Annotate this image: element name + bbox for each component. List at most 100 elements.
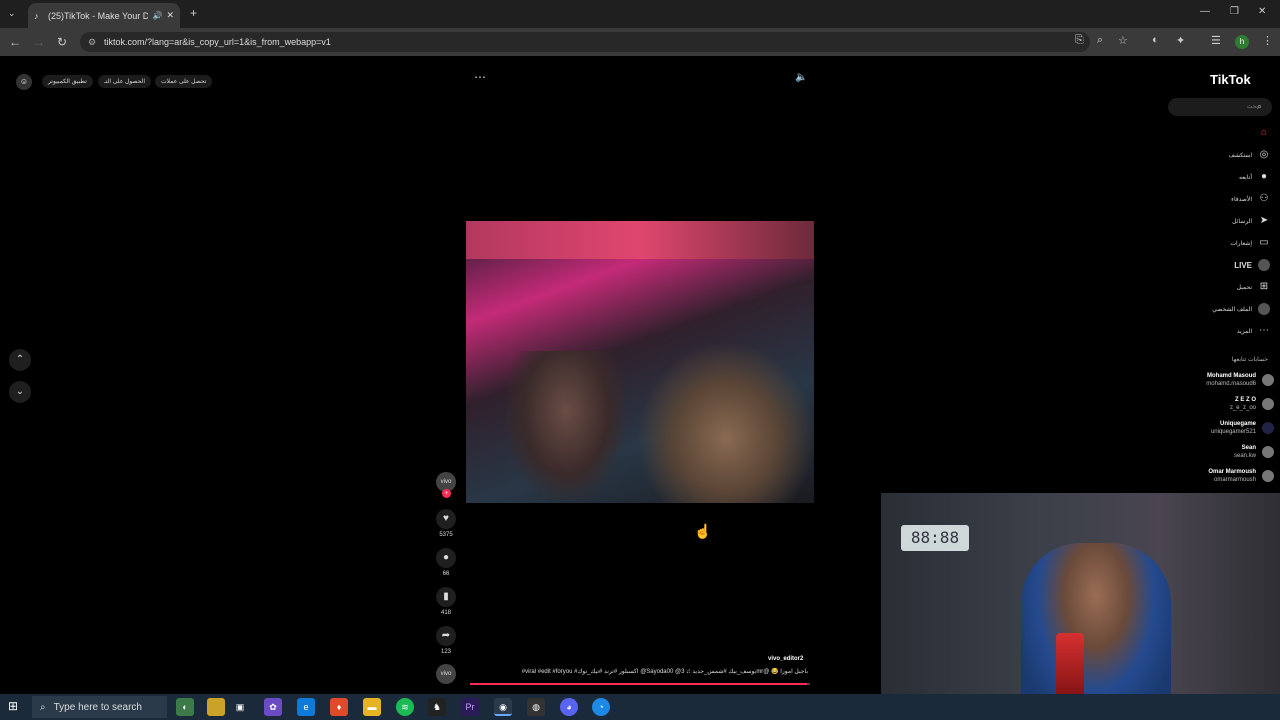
account-username: z_e_z_oo xyxy=(1229,405,1256,411)
search-icon: ⌕ xyxy=(40,701,46,713)
account-name: Uniquegame xyxy=(1219,421,1256,427)
extension-icon[interactable]: ◐ xyxy=(1152,34,1159,46)
video-author[interactable]: vivo_editor2 xyxy=(768,656,803,662)
nav-more-label: المزيد xyxy=(1236,328,1252,335)
edge-icon[interactable]: e xyxy=(297,698,315,716)
new-tab-button[interactable]: + xyxy=(190,6,197,20)
like-button[interactable]: ♥ 5375 xyxy=(436,509,456,538)
account-avatar xyxy=(1262,374,1274,386)
comment-button[interactable]: ● 66 xyxy=(436,548,456,577)
more-options-icon[interactable]: ⋯ xyxy=(474,70,486,84)
bookmark-star-icon[interactable]: ☆ xyxy=(1118,34,1128,47)
following-account[interactable]: Uniquegame uniquegamer521 xyxy=(1211,420,1274,436)
address-bar[interactable]: ⚙ tiktok.com/?lang=ar&is_copy_url=1&is_f… xyxy=(80,32,1090,52)
video-person-right xyxy=(636,341,814,503)
nav-more[interactable]: المزيد ⋯ xyxy=(1237,325,1270,337)
account-username: omarmarmoush xyxy=(1213,477,1256,483)
account-name: Sean xyxy=(1241,445,1256,451)
nav-home[interactable]: ⌂ xyxy=(1252,127,1270,139)
install-app-icon[interactable]: ⎘ xyxy=(1075,34,1084,47)
bookmark-icon: ▮ xyxy=(436,587,456,607)
get-app-button[interactable]: الحصول على التـ xyxy=(98,75,151,88)
app-icon[interactable]: ♞ xyxy=(428,698,446,716)
share-button[interactable]: ➦ 123 xyxy=(436,626,456,655)
video-player[interactable] xyxy=(466,221,814,503)
taskbar-search[interactable]: ⌕ Type here to search xyxy=(32,696,167,718)
video-progress-bar[interactable] xyxy=(470,683,810,685)
profile-icon xyxy=(1258,303,1270,315)
reload-button[interactable]: ↻ xyxy=(52,32,72,52)
nav-live-label: LIVE xyxy=(1234,260,1252,270)
nav-live[interactable]: LIVE xyxy=(1234,259,1270,271)
tiktok-logo[interactable]: TikTok xyxy=(1210,72,1251,87)
restore-button[interactable]: ❐ xyxy=(1230,6,1239,17)
friends-icon: ⚇ xyxy=(1259,193,1269,204)
browser-tab-bar: ⌄ ♪ (25)TikTok - Make Your Day 🔊 ✕ + — ❐… xyxy=(0,0,1280,28)
minimize-button[interactable]: — xyxy=(1200,6,1210,17)
obs-icon[interactable]: ◍ xyxy=(527,698,545,716)
get-coins-button[interactable]: تحصل على عملات xyxy=(155,75,213,88)
close-window-button[interactable]: ✕ xyxy=(1258,6,1266,17)
compass-icon: ◎ xyxy=(1259,149,1269,160)
windows-start-icon[interactable]: ⊞ xyxy=(8,699,18,713)
more-icon: ⋯ xyxy=(1259,325,1269,336)
reading-list-icon[interactable]: ☰ xyxy=(1211,34,1221,47)
widgets-icon[interactable]: ◐ xyxy=(176,698,194,716)
nav-following[interactable]: أتابعه ● xyxy=(1239,171,1270,183)
task-view-icon[interactable]: ▣ xyxy=(231,698,249,716)
taskbar-search-placeholder: Type here to search xyxy=(53,701,142,713)
premiere-icon[interactable]: Pr xyxy=(461,698,479,716)
author-avatar-button[interactable]: vivo + xyxy=(436,472,456,498)
nav-friends[interactable]: الأصدقاء ⚇ xyxy=(1231,193,1270,205)
tab-list-icon[interactable]: ⌄ xyxy=(8,8,16,19)
nav-activity[interactable]: إشعارات ▭ xyxy=(1230,237,1270,249)
widget-icon[interactable] xyxy=(207,698,225,716)
following-account[interactable]: Z E Z O z_e_z_oo xyxy=(1230,396,1274,412)
volume-icon[interactable]: 🔈 xyxy=(795,72,807,83)
sound-disc-icon: vivo xyxy=(436,664,456,684)
nav-messages-label: الرسائل xyxy=(1232,218,1252,225)
spotify-icon[interactable]: ≋ xyxy=(396,698,414,716)
follow-plus-icon[interactable]: + xyxy=(442,489,451,498)
forward-button[interactable]: → xyxy=(29,32,49,52)
save-button[interactable]: ▮ 418 xyxy=(436,587,456,616)
discord-icon[interactable]: ◕ xyxy=(560,698,578,716)
sound-disc-button[interactable]: vivo xyxy=(436,664,456,687)
following-account[interactable]: Mohamd Masoud mohamd.masoud6 xyxy=(1206,372,1274,388)
search-icon[interactable]: ⌕ xyxy=(1257,101,1262,112)
tab-audio-icon[interactable]: 🔊 xyxy=(152,11,162,20)
app-icon-blue[interactable]: ◔ xyxy=(592,698,610,716)
copilot-icon[interactable]: ✿ xyxy=(264,698,282,716)
nav-explore[interactable]: استكشف ◎ xyxy=(1229,149,1270,161)
user-avatar[interactable]: ☺ xyxy=(16,74,32,90)
webcam-lamp xyxy=(1056,633,1084,703)
browser-tab[interactable]: ♪ (25)TikTok - Make Your Day 🔊 ✕ xyxy=(28,3,180,28)
nav-upload[interactable]: تحميل ⊞ xyxy=(1237,281,1270,293)
account-name: Z E Z O xyxy=(1235,397,1256,403)
get-desktop-app-button[interactable]: تطبيق الكمبيوتر xyxy=(42,75,93,88)
zoom-icon[interactable]: ⌕ xyxy=(1097,34,1103,47)
like-count: 5375 xyxy=(439,532,453,538)
site-info-icon[interactable]: ⚙ xyxy=(88,37,96,48)
following-account[interactable]: Omar Marmoush omarmarmoush xyxy=(1208,468,1274,484)
following-account[interactable]: Sean sean.kw xyxy=(1234,444,1274,460)
previous-video-button[interactable]: ⌃ xyxy=(9,349,31,371)
extensions-puzzle-icon[interactable]: ✦ xyxy=(1176,34,1185,47)
url-text: tiktok.com/?lang=ar&is_copy_url=1&is_fro… xyxy=(104,37,331,47)
tab-close-button[interactable]: ✕ xyxy=(166,10,174,21)
nav-profile-label: الملف الشخصي xyxy=(1212,306,1252,313)
browser-menu-icon[interactable]: ⋮ xyxy=(1262,34,1273,47)
browser-toolbar: ← → ↻ ⚙ tiktok.com/?lang=ar&is_copy_url=… xyxy=(0,28,1280,56)
messages-icon: ➤ xyxy=(1259,215,1269,226)
profile-avatar[interactable]: h xyxy=(1235,35,1249,49)
file-explorer-icon[interactable]: ▬ xyxy=(363,698,381,716)
next-video-button[interactable]: ⌄ xyxy=(9,381,31,403)
back-button[interactable]: ← xyxy=(5,32,25,52)
chrome-icon[interactable]: ◉ xyxy=(494,698,512,716)
nav-messages[interactable]: الرسائل ➤ xyxy=(1232,215,1270,227)
account-avatar xyxy=(1262,446,1274,458)
nav-profile[interactable]: الملف الشخصي xyxy=(1212,303,1270,315)
nav-following-label: أتابعه xyxy=(1239,174,1252,181)
video-progress-fill xyxy=(470,683,807,685)
brave-icon[interactable]: ♦ xyxy=(330,698,348,716)
